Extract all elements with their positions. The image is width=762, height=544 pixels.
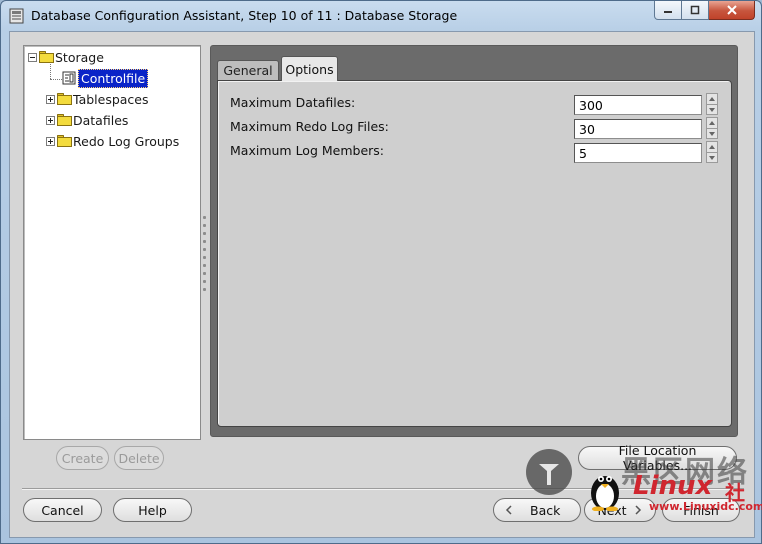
close-button[interactable] xyxy=(709,1,755,20)
grip-dot xyxy=(203,288,206,291)
close-icon xyxy=(726,5,737,15)
spin-down-icon[interactable] xyxy=(707,104,717,114)
options-tab-page: Maximum Datafiles: Maximum Redo Log File… xyxy=(217,80,732,427)
max-datafiles-spinner[interactable] xyxy=(706,93,718,115)
grip-dot xyxy=(203,256,206,259)
collapse-icon[interactable] xyxy=(28,52,37,62)
back-button[interactable]: Back xyxy=(493,498,581,522)
grip-dot xyxy=(203,280,206,283)
tree-node-tablespaces[interactable]: Tablespaces xyxy=(46,90,149,108)
tree-node-storage[interactable]: Storage xyxy=(28,48,104,66)
minimize-icon xyxy=(664,11,672,13)
grip-dot xyxy=(203,240,206,243)
max-log-members-input[interactable] xyxy=(574,143,702,163)
grip-dot xyxy=(203,232,206,235)
chevron-left-icon xyxy=(505,505,512,515)
folder-icon xyxy=(57,93,72,105)
spin-down-icon[interactable] xyxy=(707,128,717,138)
folder-open-icon xyxy=(39,51,54,63)
tab-general[interactable]: General xyxy=(217,60,279,80)
tree-node-label: Controlfile xyxy=(78,68,149,88)
title-bar[interactable]: Database Configuration Assistant, Step 1… xyxy=(1,1,761,31)
splitter-handle[interactable] xyxy=(200,212,209,302)
folder-icon xyxy=(57,135,72,147)
max-datafiles-label: Maximum Datafiles: xyxy=(230,95,356,110)
dbca-window: Database Configuration Assistant, Step 1… xyxy=(0,0,762,544)
grip-dot xyxy=(203,248,206,251)
tree-node-redo-log-groups[interactable]: Redo Log Groups xyxy=(46,132,179,150)
tree-node-label: Redo Log Groups xyxy=(73,133,180,149)
maximize-icon xyxy=(690,5,700,15)
max-redo-log-files-input[interactable] xyxy=(574,119,702,139)
spin-up-icon[interactable] xyxy=(707,94,717,104)
tree-connector xyxy=(50,79,62,80)
tree-node-datafiles[interactable]: Datafiles xyxy=(46,111,128,129)
grip-dot xyxy=(203,272,206,275)
grip-dot xyxy=(203,216,206,219)
storage-tree[interactable]: Storage Controlfile Tablespaces Datafile… xyxy=(23,45,201,440)
folder-icon xyxy=(57,114,72,126)
watermark-keyhole-icon xyxy=(539,464,559,485)
max-redo-log-files-label: Maximum Redo Log Files: xyxy=(230,119,389,134)
tab-options[interactable]: Options xyxy=(281,56,338,81)
minimize-button[interactable] xyxy=(654,1,682,20)
watermark-logo-icon xyxy=(526,449,572,495)
delete-button[interactable]: Delete xyxy=(114,446,164,470)
tree-node-label: Storage xyxy=(55,49,104,65)
chevron-right-icon xyxy=(635,505,641,515)
tree-node-label: Tablespaces xyxy=(73,91,149,107)
create-button[interactable]: Create xyxy=(56,446,109,470)
expand-icon[interactable] xyxy=(46,136,55,146)
watermark-site: www.Linuxidc.com xyxy=(649,500,762,513)
help-button[interactable]: Help xyxy=(113,498,192,522)
expand-icon[interactable] xyxy=(46,115,55,125)
spin-up-icon[interactable] xyxy=(707,118,717,128)
controlfile-icon xyxy=(62,71,76,85)
max-redo-log-files-spinner[interactable] xyxy=(706,117,718,139)
max-log-members-spinner[interactable] xyxy=(706,141,718,163)
expand-icon[interactable] xyxy=(46,94,55,104)
tree-node-controlfile[interactable]: Controlfile xyxy=(62,68,149,88)
grip-dot xyxy=(203,224,206,227)
window-title: Database Configuration Assistant, Step 1… xyxy=(31,8,458,23)
max-datafiles-input[interactable] xyxy=(574,95,702,115)
watermark-brand: Linux xyxy=(633,471,713,501)
max-log-members-label: Maximum Log Members: xyxy=(230,143,385,158)
grip-dot xyxy=(203,264,206,267)
maximize-button[interactable] xyxy=(682,1,709,20)
penguin-icon xyxy=(591,476,619,511)
spin-down-icon[interactable] xyxy=(707,152,717,162)
cancel-button[interactable]: Cancel xyxy=(23,498,102,522)
database-app-icon xyxy=(9,8,24,24)
back-label: Back xyxy=(530,502,561,518)
spin-up-icon[interactable] xyxy=(707,142,717,152)
caption-buttons xyxy=(654,1,755,21)
tree-node-label: Datafiles xyxy=(73,112,129,128)
storage-details-panel: General Options Maximum Datafiles: Maxim… xyxy=(210,45,738,437)
